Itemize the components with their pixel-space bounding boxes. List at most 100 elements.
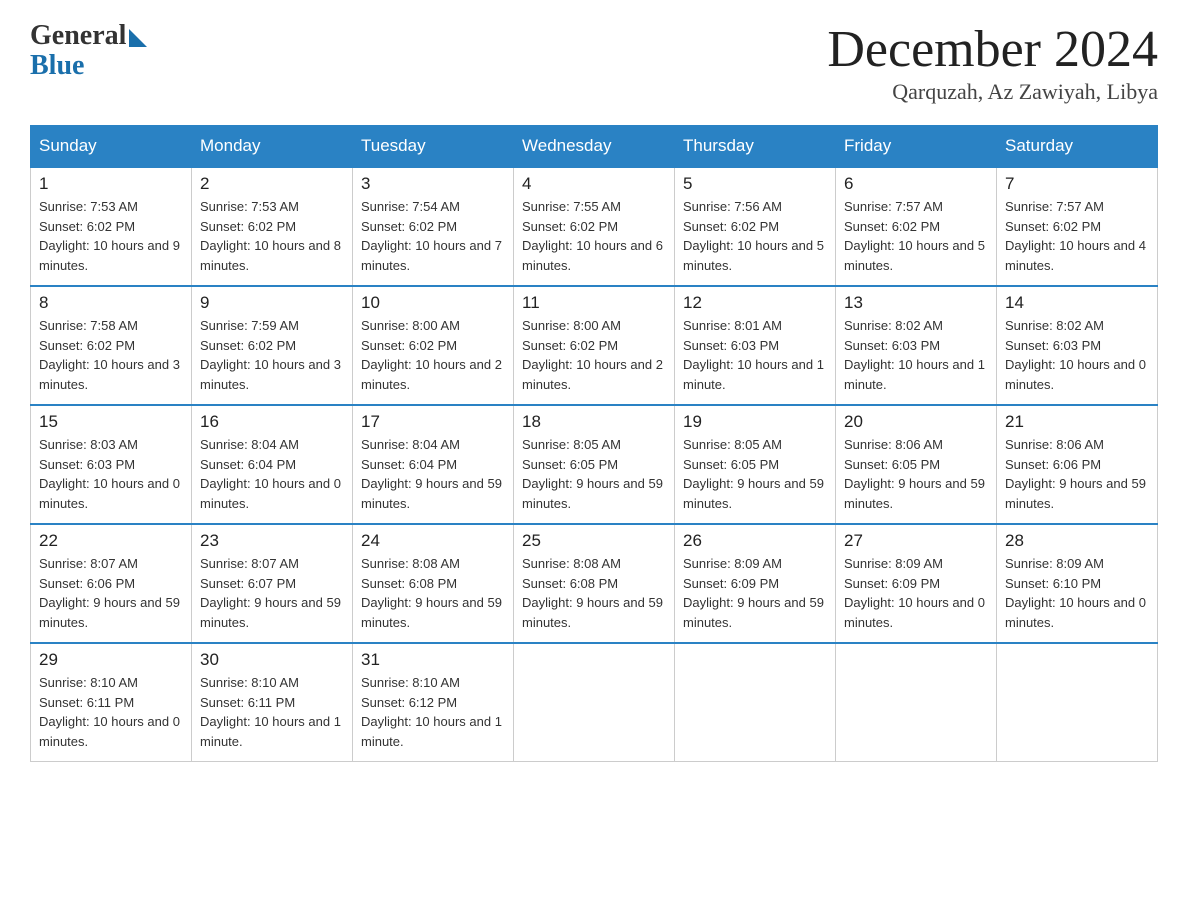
logo: General Blue xyxy=(30,20,147,82)
table-row: 15 Sunrise: 8:03 AMSunset: 6:03 PMDayligh… xyxy=(31,405,192,524)
day-info: Sunrise: 7:57 AMSunset: 6:02 PMDaylight:… xyxy=(1005,197,1149,275)
day-info: Sunrise: 8:02 AMSunset: 6:03 PMDaylight:… xyxy=(1005,316,1149,394)
day-info: Sunrise: 8:00 AMSunset: 6:02 PMDaylight:… xyxy=(361,316,505,394)
table-row: 19 Sunrise: 8:05 AMSunset: 6:05 PMDayligh… xyxy=(675,405,836,524)
table-row xyxy=(675,643,836,762)
day-number: 15 xyxy=(39,412,183,432)
day-number: 17 xyxy=(361,412,505,432)
day-info: Sunrise: 7:53 AMSunset: 6:02 PMDaylight:… xyxy=(200,197,344,275)
day-info: Sunrise: 7:54 AMSunset: 6:02 PMDaylight:… xyxy=(361,197,505,275)
day-number: 20 xyxy=(844,412,988,432)
day-number: 4 xyxy=(522,174,666,194)
table-row: 26Sunrise: 8:09 AMSunset: 6:09 PMDayligh… xyxy=(675,524,836,643)
day-info: Sunrise: 8:02 AMSunset: 6:03 PMDaylight:… xyxy=(844,316,988,394)
day-number: 16 xyxy=(200,412,344,432)
day-info: Sunrise: 8:08 AMSunset: 6:08 PMDaylight:… xyxy=(522,554,666,632)
logo-general-text: General xyxy=(30,20,126,52)
day-number: 23 xyxy=(200,531,344,551)
table-row: 1 Sunrise: 7:53 AMSunset: 6:02 PMDaylight… xyxy=(31,167,192,286)
day-number: 14 xyxy=(1005,293,1149,313)
day-info: Sunrise: 8:06 AMSunset: 6:06 PMDaylight:… xyxy=(1005,435,1149,513)
day-number: 31 xyxy=(361,650,505,670)
day-info: Sunrise: 7:55 AMSunset: 6:02 PMDaylight:… xyxy=(522,197,666,275)
day-info: Sunrise: 7:58 AMSunset: 6:02 PMDaylight:… xyxy=(39,316,183,394)
table-row: 21Sunrise: 8:06 AMSunset: 6:06 PMDayligh… xyxy=(997,405,1158,524)
col-header-tuesday: Tuesday xyxy=(353,126,514,168)
day-number: 22 xyxy=(39,531,183,551)
table-row xyxy=(836,643,997,762)
day-info: Sunrise: 7:57 AMSunset: 6:02 PMDaylight:… xyxy=(844,197,988,275)
day-info: Sunrise: 8:00 AMSunset: 6:02 PMDaylight:… xyxy=(522,316,666,394)
table-row: 28 Sunrise: 8:09 AMSunset: 6:10 PMDayligh… xyxy=(997,524,1158,643)
day-number: 28 xyxy=(1005,531,1149,551)
day-number: 11 xyxy=(522,293,666,313)
week-row-3: 15 Sunrise: 8:03 AMSunset: 6:03 PMDayligh… xyxy=(31,405,1158,524)
day-info: Sunrise: 8:03 AMSunset: 6:03 PMDaylight:… xyxy=(39,435,183,513)
table-row: 10 Sunrise: 8:00 AMSunset: 6:02 PMDayligh… xyxy=(353,286,514,405)
day-info: Sunrise: 8:10 AMSunset: 6:12 PMDaylight:… xyxy=(361,673,505,751)
day-number: 6 xyxy=(844,174,988,194)
day-info: Sunrise: 8:10 AMSunset: 6:11 PMDaylight:… xyxy=(200,673,344,751)
table-row xyxy=(997,643,1158,762)
day-number: 2 xyxy=(200,174,344,194)
table-row: 18Sunrise: 8:05 AMSunset: 6:05 PMDayligh… xyxy=(514,405,675,524)
title-block: December 2024 Qarquzah, Az Zawiyah, Liby… xyxy=(827,20,1158,105)
table-row: 3 Sunrise: 7:54 AMSunset: 6:02 PMDaylight… xyxy=(353,167,514,286)
calendar-header-row: SundayMondayTuesdayWednesdayThursdayFrid… xyxy=(31,126,1158,168)
day-info: Sunrise: 8:09 AMSunset: 6:09 PMDaylight:… xyxy=(844,554,988,632)
col-header-friday: Friday xyxy=(836,126,997,168)
table-row: 23 Sunrise: 8:07 AMSunset: 6:07 PMDayligh… xyxy=(192,524,353,643)
logo-triangle-icon xyxy=(129,29,147,47)
page-header: General Blue December 2024 Qarquzah, Az … xyxy=(30,20,1158,105)
table-row xyxy=(514,643,675,762)
day-number: 9 xyxy=(200,293,344,313)
day-info: Sunrise: 8:04 AMSunset: 6:04 PMDaylight:… xyxy=(200,435,344,513)
table-row: 22Sunrise: 8:07 AMSunset: 6:06 PMDayligh… xyxy=(31,524,192,643)
location-subtitle: Qarquzah, Az Zawiyah, Libya xyxy=(827,79,1158,105)
table-row: 14 Sunrise: 8:02 AMSunset: 6:03 PMDayligh… xyxy=(997,286,1158,405)
col-header-saturday: Saturday xyxy=(997,126,1158,168)
table-row: 13Sunrise: 8:02 AMSunset: 6:03 PMDayligh… xyxy=(836,286,997,405)
table-row: 27Sunrise: 8:09 AMSunset: 6:09 PMDayligh… xyxy=(836,524,997,643)
day-info: Sunrise: 8:07 AMSunset: 6:07 PMDaylight:… xyxy=(200,554,344,632)
day-number: 8 xyxy=(39,293,183,313)
week-row-4: 22Sunrise: 8:07 AMSunset: 6:06 PMDayligh… xyxy=(31,524,1158,643)
day-info: Sunrise: 7:53 AMSunset: 6:02 PMDaylight:… xyxy=(39,197,183,275)
table-row: 6 Sunrise: 7:57 AMSunset: 6:02 PMDaylight… xyxy=(836,167,997,286)
day-info: Sunrise: 8:05 AMSunset: 6:05 PMDaylight:… xyxy=(522,435,666,513)
day-info: Sunrise: 8:01 AMSunset: 6:03 PMDaylight:… xyxy=(683,316,827,394)
col-header-wednesday: Wednesday xyxy=(514,126,675,168)
week-row-5: 29Sunrise: 8:10 AMSunset: 6:11 PMDayligh… xyxy=(31,643,1158,762)
week-row-2: 8 Sunrise: 7:58 AMSunset: 6:02 PMDaylight… xyxy=(31,286,1158,405)
table-row: 30 Sunrise: 8:10 AMSunset: 6:11 PMDayligh… xyxy=(192,643,353,762)
day-number: 19 xyxy=(683,412,827,432)
day-info: Sunrise: 8:04 AMSunset: 6:04 PMDaylight:… xyxy=(361,435,505,513)
day-number: 3 xyxy=(361,174,505,194)
table-row: 8 Sunrise: 7:58 AMSunset: 6:02 PMDaylight… xyxy=(31,286,192,405)
table-row: 9Sunrise: 7:59 AMSunset: 6:02 PMDaylight… xyxy=(192,286,353,405)
day-number: 24 xyxy=(361,531,505,551)
table-row: 29Sunrise: 8:10 AMSunset: 6:11 PMDayligh… xyxy=(31,643,192,762)
table-row: 25 Sunrise: 8:08 AMSunset: 6:08 PMDayligh… xyxy=(514,524,675,643)
day-number: 25 xyxy=(522,531,666,551)
day-number: 1 xyxy=(39,174,183,194)
day-number: 5 xyxy=(683,174,827,194)
table-row: 11 Sunrise: 8:00 AMSunset: 6:02 PMDayligh… xyxy=(514,286,675,405)
day-info: Sunrise: 8:05 AMSunset: 6:05 PMDaylight:… xyxy=(683,435,827,513)
day-info: Sunrise: 8:09 AMSunset: 6:09 PMDaylight:… xyxy=(683,554,827,632)
table-row: 16 Sunrise: 8:04 AMSunset: 6:04 PMDayligh… xyxy=(192,405,353,524)
day-info: Sunrise: 8:09 AMSunset: 6:10 PMDaylight:… xyxy=(1005,554,1149,632)
table-row: 12 Sunrise: 8:01 AMSunset: 6:03 PMDayligh… xyxy=(675,286,836,405)
logo-blue-text: Blue xyxy=(30,50,84,82)
day-number: 12 xyxy=(683,293,827,313)
table-row: 31 Sunrise: 8:10 AMSunset: 6:12 PMDayligh… xyxy=(353,643,514,762)
day-info: Sunrise: 7:56 AMSunset: 6:02 PMDaylight:… xyxy=(683,197,827,275)
table-row: 17 Sunrise: 8:04 AMSunset: 6:04 PMDayligh… xyxy=(353,405,514,524)
day-number: 10 xyxy=(361,293,505,313)
col-header-sunday: Sunday xyxy=(31,126,192,168)
table-row: 4 Sunrise: 7:55 AMSunset: 6:02 PMDaylight… xyxy=(514,167,675,286)
day-info: Sunrise: 8:10 AMSunset: 6:11 PMDaylight:… xyxy=(39,673,183,751)
day-number: 30 xyxy=(200,650,344,670)
table-row: 24Sunrise: 8:08 AMSunset: 6:08 PMDayligh… xyxy=(353,524,514,643)
month-title: December 2024 xyxy=(827,20,1158,79)
